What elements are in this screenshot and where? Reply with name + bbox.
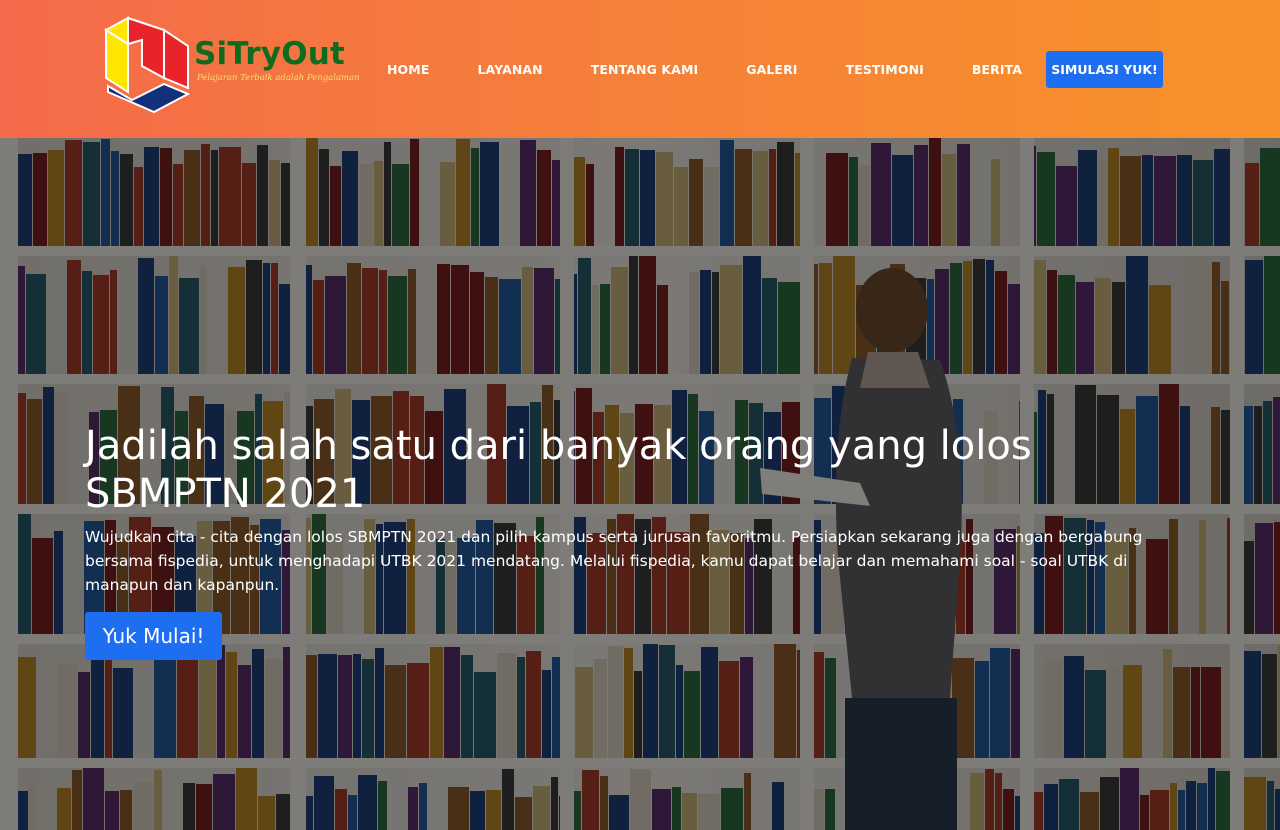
simulasi-button[interactable]: SIMULASI YUK!: [1046, 51, 1163, 88]
brand-name: SiTryOut: [194, 36, 346, 72]
main-nav: HOME LAYANAN TENTANG KAMI GALERI TESTIMO…: [363, 51, 1046, 87]
nav-item-home[interactable]: HOME: [363, 62, 453, 77]
nav-item-tentang-kami[interactable]: TENTANG KAMI: [567, 62, 722, 77]
site-logo[interactable]: SiTryOut Pelajaran Terbaik adalah Pengal…: [102, 16, 360, 116]
nav-item-galeri[interactable]: GALERI: [722, 62, 821, 77]
hero-description: Wujudkan cita - cita dengan lolos SBMPTN…: [85, 528, 1143, 594]
nav-item-berita[interactable]: BERITA: [948, 62, 1046, 77]
cube-logo-icon: [104, 16, 191, 114]
yuk-mulai-button[interactable]: Yuk Mulai!: [85, 612, 222, 660]
site-header: SiTryOut Pelajaran Terbaik adalah Pengal…: [0, 0, 1280, 138]
nav-item-layanan[interactable]: LAYANAN: [453, 62, 566, 77]
nav-item-testimoni[interactable]: TESTIMONI: [822, 62, 948, 77]
brand-tagline: Pelajaran Terbaik adalah Pengalaman: [197, 73, 360, 83]
hero-section: Jadilah salah satu dari banyak orang yan…: [0, 138, 1280, 830]
hero-title: Jadilah salah satu dari banyak orang yan…: [85, 423, 1032, 517]
